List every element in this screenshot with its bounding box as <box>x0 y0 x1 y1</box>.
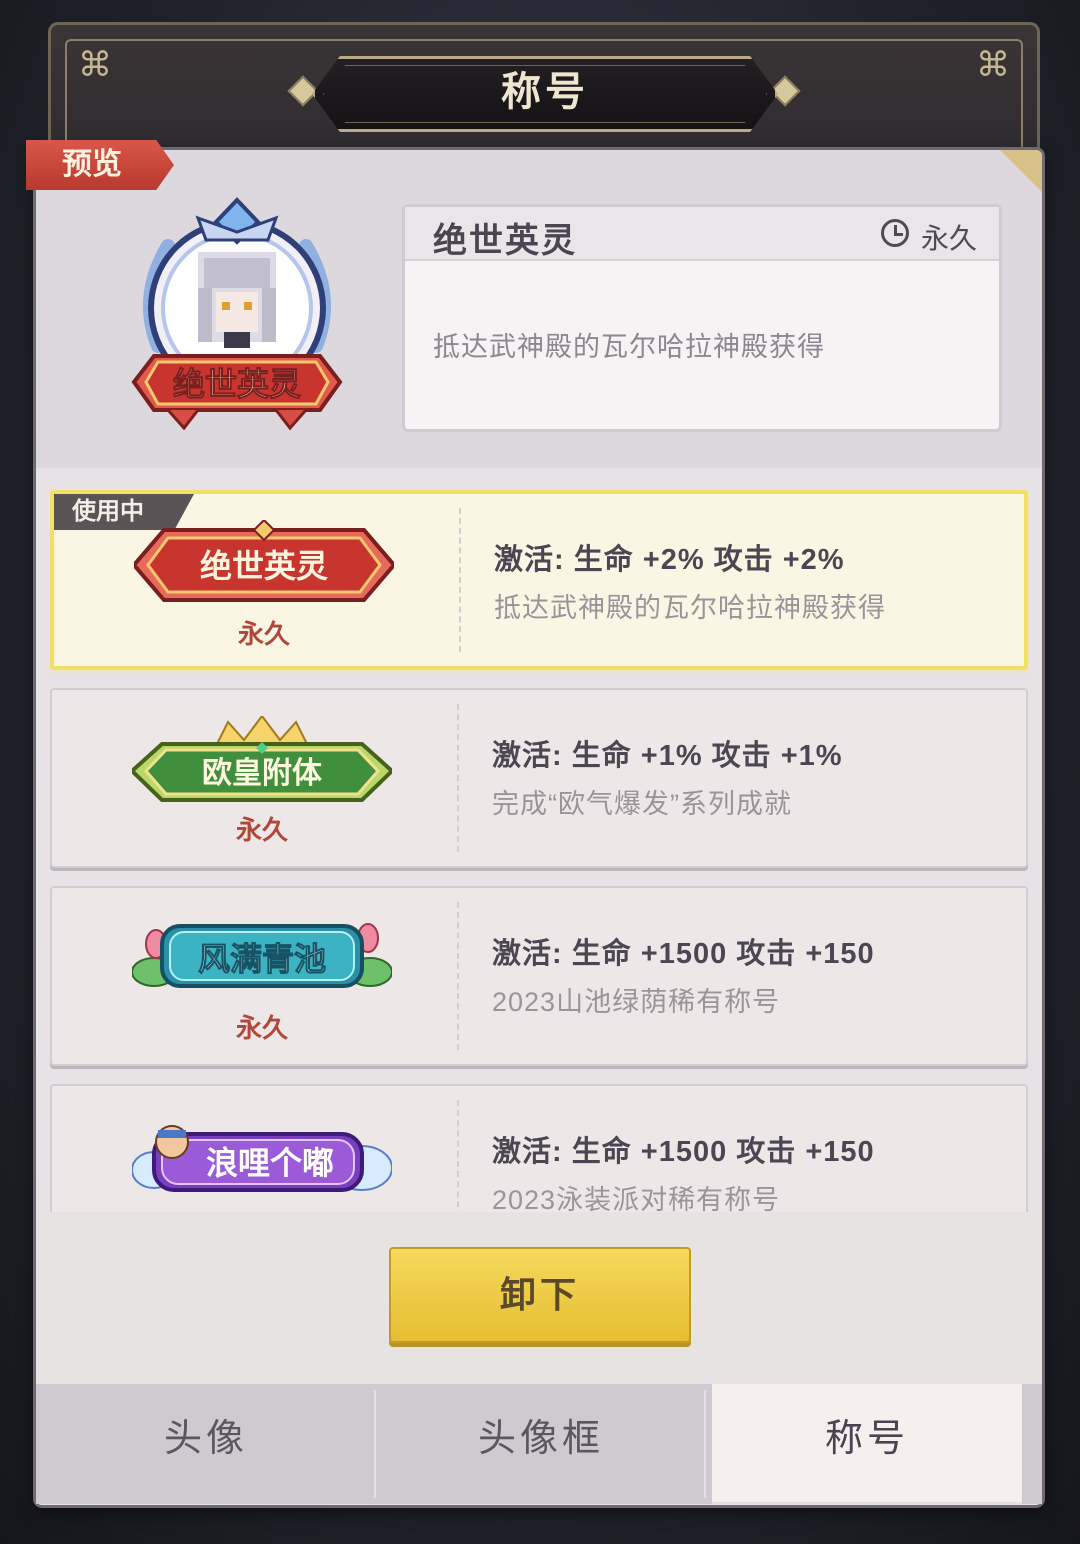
knot-ornament-icon: ⌘ <box>976 45 1010 85</box>
title-row[interactable]: 风满青池 永久 激活: 生命 +1500 攻击 +150 2023山池绿荫稀有称… <box>50 886 1028 1066</box>
info-card-duration: 永久 <box>920 223 977 254</box>
unequip-button[interactable]: 卸下 <box>389 1247 691 1343</box>
title-duration: 永久 <box>235 1013 288 1043</box>
tab-title[interactable]: 称号 <box>712 1384 1022 1504</box>
knot-ornament-icon: ⌘ <box>78 45 112 85</box>
page-title: 称号 <box>501 70 589 114</box>
tab-bar: 头像 头像框 称号 <box>36 1384 1042 1504</box>
tab-avatar-frame[interactable]: 头像框 <box>376 1384 706 1504</box>
preview-badge-text: 绝世英灵 <box>173 366 301 402</box>
title-row-active[interactable]: 使用中 绝世英灵 永久 激活: 生命 +2% 攻击 +2% 抵达武神殿的瓦尔哈拉… <box>50 490 1028 670</box>
row-divider <box>459 508 461 652</box>
badge-text: 浪哩个嘟 <box>206 1145 334 1181</box>
clock-icon <box>881 219 909 247</box>
info-card-header: 绝世英灵 永久 <box>405 207 999 261</box>
title-effect: 激活: 生命 +1500 攻击 +150 <box>492 1136 875 1168</box>
title-badge: 欧皇附体 <box>129 714 395 806</box>
badge-text: 欧皇附体 <box>202 757 323 790</box>
title-effect: 激活: 生命 +1500 攻击 +150 <box>492 938 875 970</box>
title-source: 抵达武神殿的瓦尔哈拉神殿获得 <box>494 593 886 623</box>
title-badge: 绝世英灵 <box>131 518 397 610</box>
title-badge: 风满青池 <box>131 914 393 1004</box>
pixel-character-avatar-icon <box>198 252 276 348</box>
title-source: 2023泳装派对稀有称号 <box>492 1185 781 1212</box>
preview-ribbon: 预览 <box>26 140 174 190</box>
preview-title-emblem: 绝世英灵 <box>128 196 346 432</box>
crown-icon <box>214 714 310 747</box>
badge-text: 风满青池 <box>198 941 326 977</box>
title-plate: 称号 <box>312 56 778 132</box>
title-badge: 浪哩个嘟 <box>131 1112 393 1202</box>
row-divider <box>457 1100 459 1212</box>
info-card-description: 抵达武神殿的瓦尔哈拉神殿获得 <box>433 332 825 362</box>
badge-text: 绝世英灵 <box>200 548 328 584</box>
title-row[interactable]: 浪哩个嘟 激活: 生命 +1500 攻击 +150 2023泳装派对稀有称号 <box>50 1084 1028 1212</box>
title-row[interactable]: 欧皇附体 永久 激活: 生命 +1% 攻击 +1% 完成“欧气爆发”系列成就 <box>50 688 1028 868</box>
row-divider <box>457 704 459 852</box>
tab-avatar[interactable]: 头像 <box>36 1384 376 1504</box>
title-duration: 永久 <box>235 815 288 845</box>
title-list[interactable]: 使用中 绝世英灵 永久 激活: 生命 +2% 攻击 +2% 抵达武神殿的瓦尔哈拉… <box>50 490 1030 1212</box>
title-duration: 永久 <box>237 619 290 649</box>
corner-ornament <box>1000 150 1042 192</box>
info-card-title: 绝世英灵 <box>433 222 577 260</box>
title-info-card: 绝世英灵 永久 抵达武神殿的瓦尔哈拉神殿获得 <box>402 204 1002 432</box>
title-effect: 激活: 生命 +1% 攻击 +1% <box>492 740 843 772</box>
title-effect: 激活: 生命 +2% 攻击 +2% <box>494 544 845 576</box>
title-source: 完成“欧气爆发”系列成就 <box>492 789 792 819</box>
row-divider <box>457 902 459 1050</box>
title-source: 2023山池绿荫稀有称号 <box>492 987 781 1017</box>
